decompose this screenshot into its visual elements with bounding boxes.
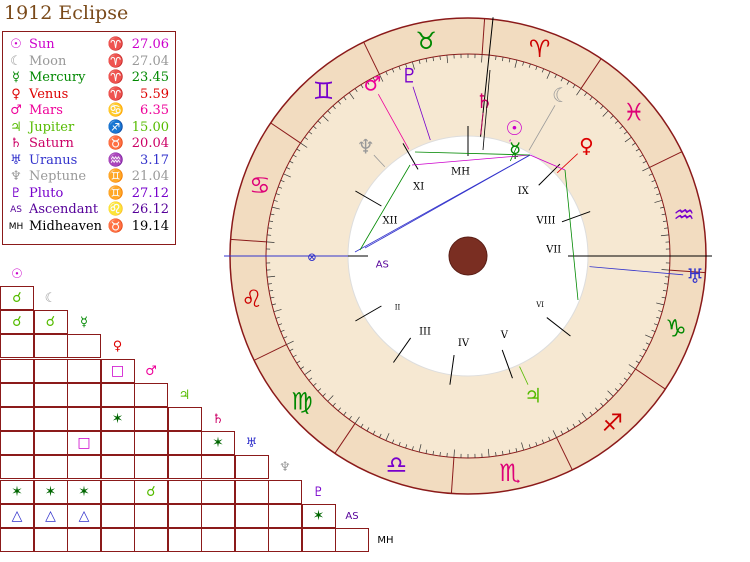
zodiac-sign-icon: ♊ (313, 77, 335, 105)
house-number-label: IX (518, 186, 530, 197)
house-number-label: AS (376, 259, 389, 270)
uranus-planet-icon: ♅ (686, 264, 704, 288)
house-number-label: IV (458, 338, 470, 349)
zodiac-sign-icon: ♉ (415, 27, 437, 55)
sun-planet-icon: ☉ (506, 116, 524, 140)
zodiac-sign-icon: ♒ (673, 201, 695, 229)
zodiac-sign-icon: ♓ (623, 99, 645, 127)
house-number-label: XI (413, 182, 424, 193)
mars-planet-icon: ♂ (364, 72, 382, 96)
house-number-label: XII (383, 216, 398, 227)
venus-planet-icon: ♀ (579, 134, 594, 158)
house-number-label: II (395, 303, 401, 311)
zodiac-sign-icon: ♋ (249, 171, 271, 199)
house-number-label: V (500, 330, 509, 341)
zodiac-sign-icon: ♑ (665, 315, 687, 343)
zodiac-sign-icon: ♎ (386, 451, 408, 479)
saturn-planet-icon: ♄ (475, 89, 493, 113)
earth-icon (448, 236, 488, 276)
neptune-planet-icon: ♆ (357, 134, 375, 158)
pluto-planet-icon: ♇ (400, 63, 418, 87)
zodiac-sign-icon: ♏ (499, 459, 521, 487)
house-number-label: VI (535, 301, 544, 309)
jupiter-planet-icon: ♃ (524, 384, 542, 408)
zodiac-sign-icon: ♐ (602, 409, 624, 437)
house-number-label: VII (545, 245, 561, 256)
zodiac-sign-icon: ♍ (291, 387, 313, 415)
house-number-label: MH (451, 166, 470, 177)
natal-wheel: ♌♍♎ ♏♐♑♒♓♈♉♊♋IIIIIIVVVIVIIVIIIIXMHXIXIIAS… (224, 17, 712, 495)
ascendant-marker-icon: ⊗ (307, 250, 317, 264)
house-number-label: III (419, 326, 431, 337)
zodiac-sign-icon: ♈ (529, 35, 551, 63)
house-number-label: VIII (535, 216, 555, 227)
moon-planet-icon: ☾ (552, 83, 570, 107)
zodiac-sign-icon: ♌ (241, 285, 263, 313)
